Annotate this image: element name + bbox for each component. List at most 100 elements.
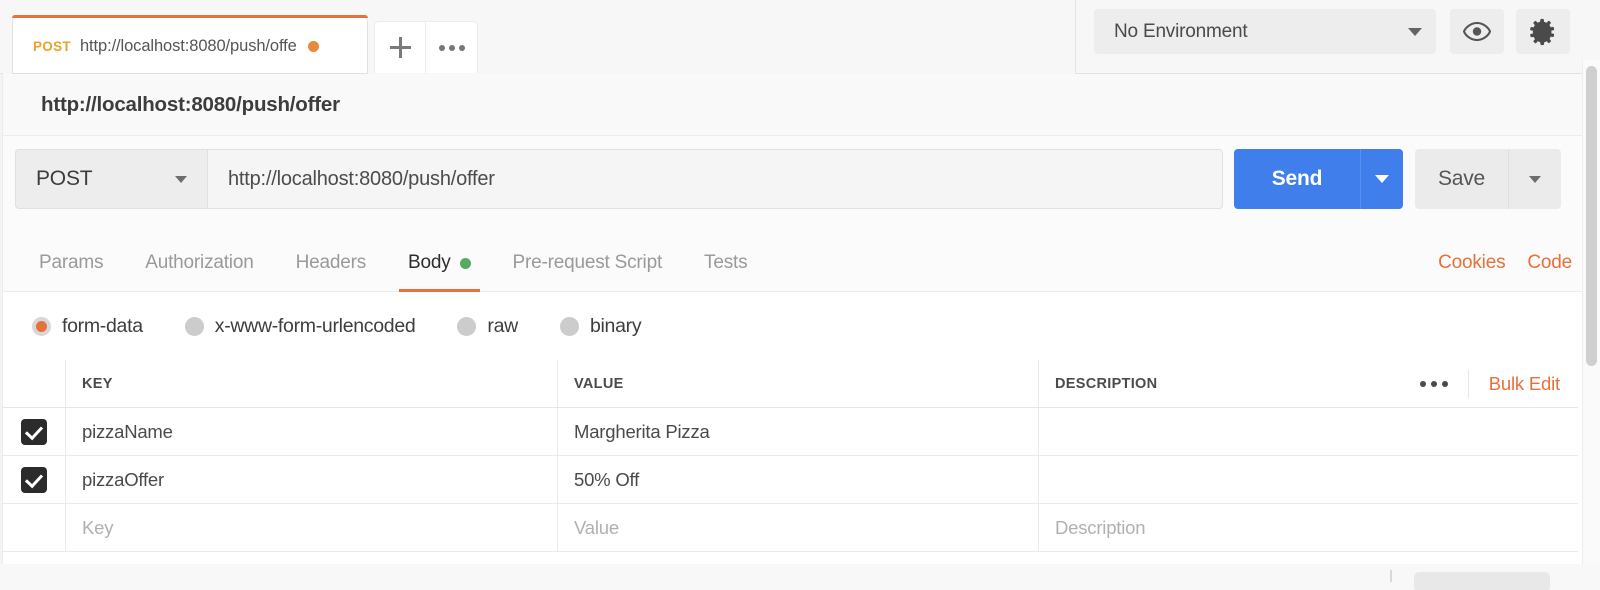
request-tabs-bar: Params Authorization Headers Body Pre-re…	[3, 234, 1600, 292]
row-checkbox[interactable]	[21, 467, 47, 493]
table-header-key: KEY	[66, 360, 558, 407]
table-header-checkbox-cell	[3, 360, 66, 407]
tab-params[interactable]: Params	[18, 234, 124, 292]
table-header-value: VALUE	[558, 360, 1039, 407]
tab-label: Pre-request Script	[513, 252, 663, 274]
radio-icon	[457, 317, 476, 336]
environment-area: No Environment	[1076, 0, 1600, 74]
open-tabs-strip: POST http://localhost:8080/push/offe	[12, 18, 368, 74]
tab-url-label: http://localhost:8080/push/offe	[80, 37, 297, 56]
tab-body[interactable]: Body	[387, 234, 492, 292]
bottom-status-pill[interactable]	[1414, 572, 1550, 590]
chevron-down-icon	[175, 176, 187, 183]
environment-label: No Environment	[1114, 21, 1408, 43]
tab-headers[interactable]: Headers	[275, 234, 387, 292]
cookies-link[interactable]: Cookies	[1438, 252, 1505, 274]
table-options-button[interactable]	[1400, 370, 1469, 398]
body-mode-radio-group: form-data x-www-form-urlencoded raw bina…	[32, 292, 683, 360]
tab-tools-group	[374, 21, 478, 73]
row-description-cell[interactable]	[1039, 408, 1578, 455]
radio-binary[interactable]: binary	[560, 315, 641, 338]
ellipsis-icon	[439, 45, 465, 51]
bulk-edit-button[interactable]: Bulk Edit	[1469, 373, 1578, 395]
row-description-cell[interactable]	[1039, 456, 1578, 503]
form-data-table: KEY VALUE DESCRIPTION Bulk Edit pizzaNam…	[3, 360, 1578, 552]
radio-icon	[560, 317, 579, 336]
row-value-cell[interactable]: Margherita Pizza	[558, 408, 1039, 455]
vertical-scrollbar-thumb[interactable]	[1586, 66, 1597, 366]
http-method-select[interactable]: POST	[15, 149, 207, 209]
row-key-cell[interactable]: pizzaOffer	[66, 456, 558, 503]
radio-label: raw	[487, 315, 518, 338]
row-key-value: pizzaOffer	[82, 469, 164, 491]
row-checkbox[interactable]	[21, 419, 47, 445]
tab-bar: POST http://localhost:8080/push/offe No …	[0, 0, 1600, 74]
table-header-row: KEY VALUE DESCRIPTION Bulk Edit	[3, 360, 1578, 408]
bottom-divider-tick	[1390, 570, 1392, 582]
body-mode-row: form-data x-www-form-urlencoded raw bina…	[3, 292, 1600, 360]
new-row-value-placeholder: Value	[574, 517, 619, 539]
tab-pre-request-script[interactable]: Pre-request Script	[492, 234, 684, 292]
bottom-strip	[0, 564, 1600, 590]
tab-authorization[interactable]: Authorization	[124, 234, 274, 292]
environment-selector[interactable]: No Environment	[1094, 9, 1436, 54]
url-bar-row: POST http://localhost:8080/push/offer Se…	[3, 136, 1600, 234]
column-header-label: KEY	[82, 376, 113, 392]
tab-label: Params	[39, 252, 103, 274]
send-button-group: Send	[1234, 149, 1403, 209]
settings-button[interactable]	[1516, 9, 1570, 54]
environment-quick-look-button[interactable]	[1450, 9, 1504, 54]
new-row-key-input[interactable]: Key	[66, 504, 558, 551]
code-link[interactable]: Code	[1527, 252, 1572, 274]
url-input[interactable]: http://localhost:8080/push/offer	[207, 149, 1223, 209]
new-row-value-input[interactable]: Value	[558, 504, 1039, 551]
column-header-label: VALUE	[574, 376, 624, 392]
radio-raw[interactable]: raw	[457, 315, 518, 338]
send-options-button[interactable]	[1360, 149, 1403, 209]
row-value-value: Margherita Pizza	[574, 421, 710, 443]
tab-method-label: POST	[33, 39, 71, 54]
save-button[interactable]: Save	[1415, 149, 1508, 209]
row-checkbox-cell	[3, 456, 66, 503]
radio-label: binary	[590, 315, 641, 338]
radio-icon	[32, 317, 51, 336]
eye-icon	[1463, 22, 1491, 41]
postman-window: POST http://localhost:8080/push/offe No …	[0, 0, 1600, 590]
new-row-key-placeholder: Key	[82, 517, 113, 539]
radio-form-data[interactable]: form-data	[32, 315, 143, 338]
tab-options-button[interactable]	[426, 22, 477, 73]
table-row: pizzaOffer 50% Off	[3, 456, 1578, 504]
http-method-label: POST	[36, 167, 175, 191]
radio-label: x-www-form-urlencoded	[215, 315, 416, 338]
radio-x-www-form-urlencoded[interactable]: x-www-form-urlencoded	[185, 315, 416, 338]
chevron-down-icon	[1408, 28, 1422, 36]
column-header-label: DESCRIPTION	[1055, 376, 1157, 392]
url-input-value: http://localhost:8080/push/offer	[228, 168, 495, 191]
new-row-description-placeholder: Description	[1055, 517, 1145, 539]
tab-label: Body	[408, 252, 451, 274]
new-row-description-input[interactable]: Description	[1039, 504, 1578, 551]
table-placeholder-row: Key Value Description	[3, 504, 1578, 552]
row-value-cell[interactable]: 50% Off	[558, 456, 1039, 503]
chevron-down-icon	[1529, 176, 1541, 183]
row-checkbox-cell	[3, 504, 66, 551]
unsaved-dot-icon	[308, 41, 319, 52]
row-checkbox-cell	[3, 408, 66, 455]
tab-label: Headers	[296, 252, 366, 274]
row-value-value: 50% Off	[574, 469, 639, 491]
radio-label: form-data	[62, 315, 143, 338]
plus-icon	[390, 37, 411, 58]
save-options-button[interactable]	[1508, 149, 1561, 209]
tab-tests[interactable]: Tests	[683, 234, 768, 292]
page-title: http://localhost:8080/push/offer	[41, 93, 340, 117]
request-tab-active[interactable]: POST http://localhost:8080/push/offe	[12, 18, 368, 74]
chevron-down-icon	[1375, 175, 1389, 183]
new-tab-button[interactable]	[375, 22, 426, 73]
send-button[interactable]: Send	[1234, 149, 1360, 209]
request-title-bar: http://localhost:8080/push/offer	[3, 74, 1600, 136]
row-key-value: pizzaName	[82, 421, 173, 443]
gear-icon	[1529, 18, 1557, 46]
row-key-cell[interactable]: pizzaName	[66, 408, 558, 455]
request-tabs-list: Params Authorization Headers Body Pre-re…	[18, 234, 768, 292]
tab-label: Tests	[704, 252, 747, 274]
